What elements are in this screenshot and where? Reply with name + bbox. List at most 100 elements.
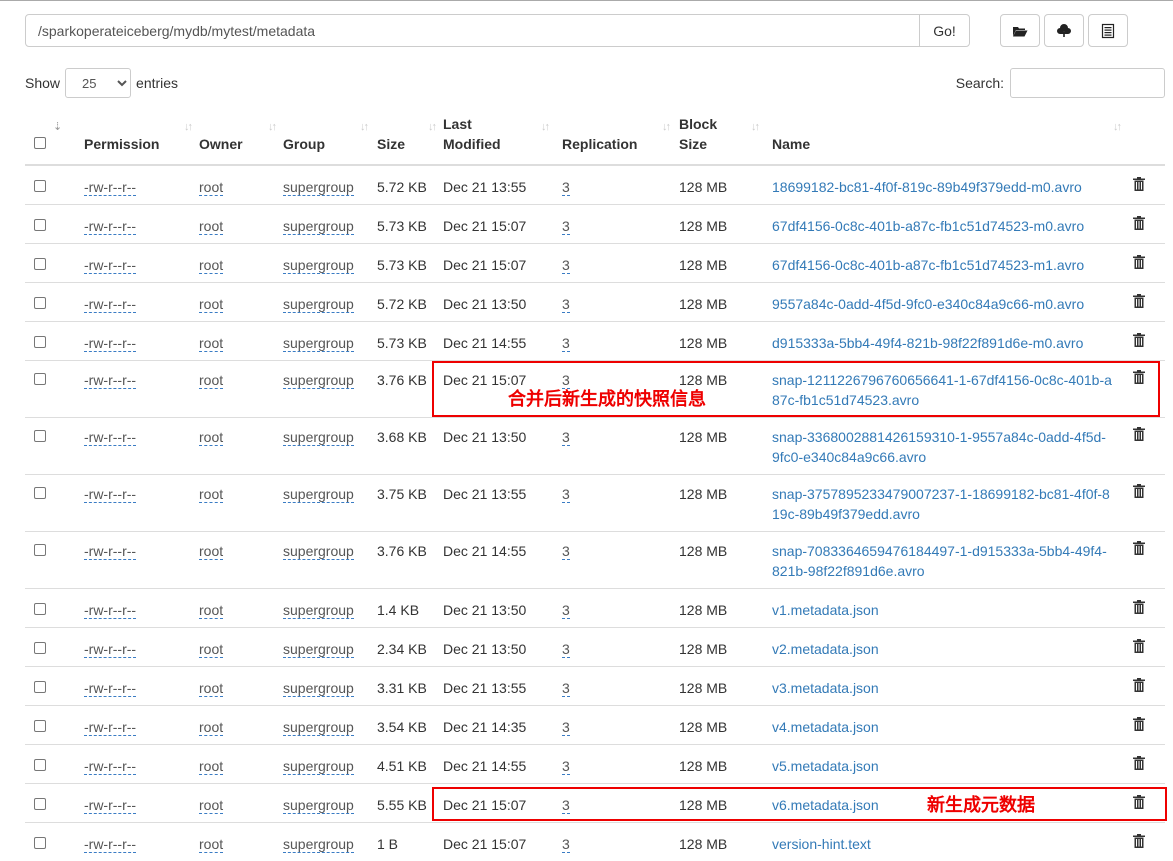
row-checkbox[interactable] — [34, 335, 46, 348]
permission-link[interactable]: -rw-r--r-- — [84, 256, 137, 274]
trash-icon[interactable] — [1133, 332, 1145, 347]
select-all-header[interactable]: ⇣ — [25, 113, 84, 166]
trash-icon[interactable] — [1133, 540, 1145, 555]
group-link[interactable]: supergroup — [283, 835, 354, 853]
group-link[interactable]: supergroup — [283, 371, 354, 389]
go-button[interactable]: Go! — [919, 15, 969, 46]
file-name-link[interactable]: v2.metadata.json — [772, 639, 879, 659]
header-permission[interactable]: Permission ↓↑ — [84, 113, 199, 166]
trash-icon[interactable] — [1133, 794, 1145, 809]
group-link[interactable]: supergroup — [283, 485, 354, 503]
file-name-link[interactable]: v5.metadata.json — [772, 756, 879, 776]
replication-link[interactable]: 3 — [562, 485, 570, 503]
trash-icon[interactable] — [1133, 369, 1145, 384]
group-link[interactable]: supergroup — [283, 796, 354, 814]
group-link[interactable]: supergroup — [283, 256, 354, 274]
owner-link[interactable]: root — [199, 295, 224, 313]
header-size[interactable]: Size ↓↑ — [377, 113, 443, 166]
cut-paste-button[interactable] — [1088, 14, 1128, 47]
owner-link[interactable]: root — [199, 601, 224, 619]
permission-link[interactable]: -rw-r--r-- — [84, 835, 137, 853]
file-name-link[interactable]: d915333a-5bb4-49f4-821b-98f22f891d6e-m0.… — [772, 333, 1083, 353]
permission-link[interactable]: -rw-r--r-- — [84, 679, 137, 697]
trash-icon[interactable] — [1133, 716, 1145, 731]
trash-icon[interactable] — [1133, 638, 1145, 653]
file-name-link[interactable]: 67df4156-0c8c-401b-a87c-fb1c51d74523-m0.… — [772, 216, 1084, 236]
trash-icon[interactable] — [1133, 599, 1145, 614]
search-input[interactable] — [1010, 68, 1165, 98]
row-checkbox[interactable] — [34, 429, 46, 442]
row-checkbox[interactable] — [34, 543, 46, 556]
group-link[interactable]: supergroup — [283, 295, 354, 313]
replication-link[interactable]: 3 — [562, 601, 570, 619]
row-checkbox[interactable] — [34, 296, 46, 309]
replication-link[interactable]: 3 — [562, 295, 570, 313]
permission-link[interactable]: -rw-r--r-- — [84, 371, 137, 389]
file-name-link[interactable]: v4.metadata.json — [772, 717, 879, 737]
permission-link[interactable]: -rw-r--r-- — [84, 179, 137, 196]
row-checkbox[interactable] — [34, 257, 46, 270]
trash-icon[interactable] — [1133, 177, 1145, 191]
permission-link[interactable]: -rw-r--r-- — [84, 485, 137, 503]
owner-link[interactable]: root — [199, 217, 224, 235]
row-checkbox[interactable] — [34, 680, 46, 693]
file-name-link[interactable]: 67df4156-0c8c-401b-a87c-fb1c51d74523-m1.… — [772, 255, 1084, 275]
owner-link[interactable]: root — [199, 835, 224, 853]
trash-icon[interactable] — [1133, 254, 1145, 269]
trash-icon[interactable] — [1133, 755, 1145, 770]
group-link[interactable]: supergroup — [283, 542, 354, 560]
owner-link[interactable]: root — [199, 640, 224, 658]
create-directory-button[interactable] — [1000, 14, 1040, 47]
file-name-link[interactable]: snap-3368002881426159310-1-9557a84c-0add… — [772, 427, 1112, 467]
owner-link[interactable]: root — [199, 542, 224, 560]
replication-link[interactable]: 3 — [562, 217, 570, 235]
replication-link[interactable]: 3 — [562, 428, 570, 446]
permission-link[interactable]: -rw-r--r-- — [84, 757, 137, 775]
header-block-size[interactable]: Block Size ↓↑ — [679, 113, 772, 166]
group-link[interactable]: supergroup — [283, 718, 354, 736]
permission-link[interactable]: -rw-r--r-- — [84, 718, 137, 736]
owner-link[interactable]: root — [199, 334, 224, 352]
row-checkbox[interactable] — [34, 372, 46, 385]
header-group[interactable]: Group ↓↑ — [283, 113, 377, 166]
replication-link[interactable]: 3 — [562, 256, 570, 274]
owner-link[interactable]: root — [199, 371, 224, 389]
path-input[interactable] — [26, 15, 919, 46]
replication-link[interactable]: 3 — [562, 718, 570, 736]
trash-icon[interactable] — [1133, 833, 1145, 848]
select-all-checkbox[interactable] — [34, 137, 46, 149]
trash-icon[interactable] — [1133, 293, 1145, 308]
group-link[interactable]: supergroup — [283, 334, 354, 352]
permission-link[interactable]: -rw-r--r-- — [84, 796, 137, 814]
replication-link[interactable]: 3 — [562, 334, 570, 352]
owner-link[interactable]: root — [199, 679, 224, 697]
trash-icon[interactable] — [1133, 677, 1145, 692]
header-last-modified[interactable]: Last Modified ↓↑ — [443, 113, 562, 166]
permission-link[interactable]: -rw-r--r-- — [84, 295, 137, 313]
replication-link[interactable]: 3 — [562, 179, 570, 196]
file-name-link[interactable]: 9557a84c-0add-4f5d-9fc0-e340c84a9c66-m0.… — [772, 294, 1084, 314]
owner-link[interactable]: root — [199, 718, 224, 736]
row-checkbox[interactable] — [34, 641, 46, 654]
upload-button[interactable] — [1044, 14, 1084, 47]
group-link[interactable]: supergroup — [283, 640, 354, 658]
file-name-link[interactable]: v6.metadata.json — [772, 795, 879, 815]
owner-link[interactable]: root — [199, 485, 224, 503]
file-name-link[interactable]: snap-1211226796760656641-1-67df4156-0c8c… — [772, 370, 1112, 410]
file-name-link[interactable]: 18699182-bc81-4f0f-819c-89b49f379edd-m0.… — [772, 177, 1082, 197]
group-link[interactable]: supergroup — [283, 217, 354, 235]
trash-icon[interactable] — [1133, 426, 1145, 441]
group-link[interactable]: supergroup — [283, 757, 354, 775]
replication-link[interactable]: 3 — [562, 640, 570, 658]
file-name-link[interactable]: version-hint.text — [772, 834, 871, 854]
owner-link[interactable]: root — [199, 796, 224, 814]
page-length-select[interactable]: 25 — [65, 68, 132, 98]
group-link[interactable]: supergroup — [283, 679, 354, 697]
file-name-link[interactable]: snap-3757895233479007237-1-18699182-bc81… — [772, 484, 1112, 524]
trash-icon[interactable] — [1133, 215, 1145, 230]
row-checkbox[interactable] — [34, 602, 46, 615]
permission-link[interactable]: -rw-r--r-- — [84, 428, 137, 446]
permission-link[interactable]: -rw-r--r-- — [84, 334, 137, 352]
sort-asc-icon[interactable]: ⇣ — [53, 117, 62, 137]
owner-link[interactable]: root — [199, 428, 224, 446]
